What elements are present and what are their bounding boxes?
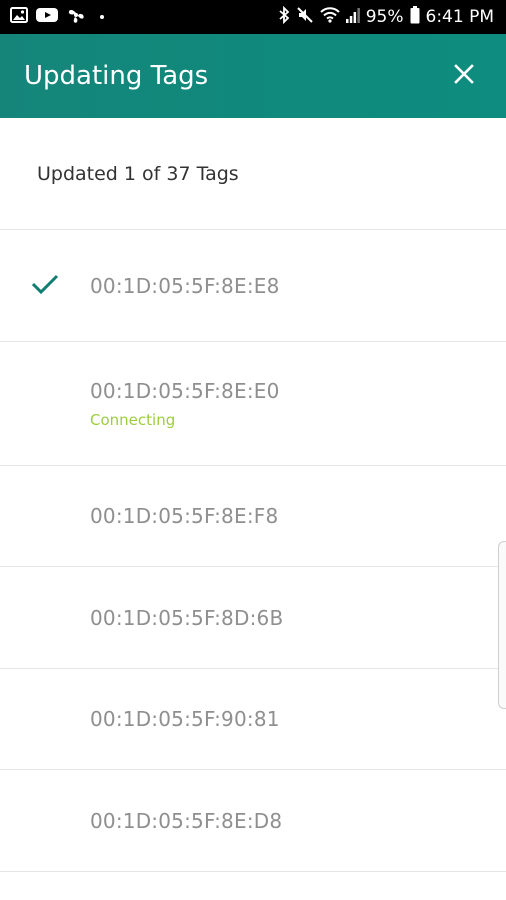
- signal-icon: [345, 7, 360, 27]
- row-icon-slot: [0, 770, 90, 871]
- tag-mac-address: 00:1D:05:5F:8D:6B: [90, 605, 284, 630]
- clock: 6:41 PM: [425, 7, 495, 27]
- update-summary: Updated 1 of 37 Tags: [0, 118, 506, 230]
- row-icon-slot: [0, 466, 90, 566]
- app-bar: Updating Tags: [0, 34, 506, 118]
- summary-text: Updated 1 of 37 Tags: [37, 162, 239, 185]
- youtube-icon: [36, 7, 58, 27]
- battery-percent: 95%: [365, 7, 404, 27]
- close-button[interactable]: [446, 58, 482, 94]
- tag-list: 00:1D:05:5F:8E:E8 00:1D:05:5F:8E:E0 Conn…: [0, 230, 506, 872]
- image-icon: [10, 7, 28, 27]
- check-icon: [30, 272, 60, 300]
- tag-mac-address: 00:1D:05:5F:8E:E8: [90, 273, 280, 298]
- status-bar: 95% 6:41 PM: [0, 0, 506, 34]
- tag-status: Connecting: [90, 410, 176, 429]
- tag-mac-address: 00:1D:05:5F:8E:E0: [90, 378, 280, 403]
- wifi-icon: [319, 7, 340, 27]
- row-icon-slot: [0, 567, 90, 668]
- list-item[interactable]: 00:1D:05:5F:8E:E8: [0, 230, 506, 342]
- scrollbar-handle[interactable]: [498, 541, 506, 709]
- row-icon-slot: [0, 669, 90, 769]
- fan-icon: [66, 6, 86, 28]
- row-icon-slot: [0, 342, 90, 465]
- list-item[interactable]: 00:1D:05:5F:90:81: [0, 669, 506, 770]
- mute-icon: [296, 6, 314, 28]
- close-icon: [453, 63, 475, 89]
- tag-mac-address: 00:1D:05:5F:90:81: [90, 707, 280, 731]
- list-item[interactable]: 00:1D:05:5F:8E:D8: [0, 770, 506, 872]
- tag-mac-address: 00:1D:05:5F:8E:F8: [90, 504, 279, 528]
- status-bar-left: [10, 6, 104, 28]
- bluetooth-icon: [278, 5, 290, 28]
- tag-mac-address: 00:1D:05:5F:8E:D8: [90, 808, 283, 833]
- list-item[interactable]: 00:1D:05:5F:8D:6B: [0, 567, 506, 669]
- notification-dot-icon: [100, 15, 104, 19]
- battery-icon: [410, 6, 420, 28]
- list-item[interactable]: 00:1D:05:5F:8E:F8: [0, 466, 506, 567]
- row-icon-slot: [0, 230, 90, 341]
- status-bar-right: 95% 6:41 PM: [278, 5, 495, 28]
- page-title: Updating Tags: [24, 61, 209, 91]
- list-item[interactable]: 00:1D:05:5F:8E:E0 Connecting: [0, 342, 506, 466]
